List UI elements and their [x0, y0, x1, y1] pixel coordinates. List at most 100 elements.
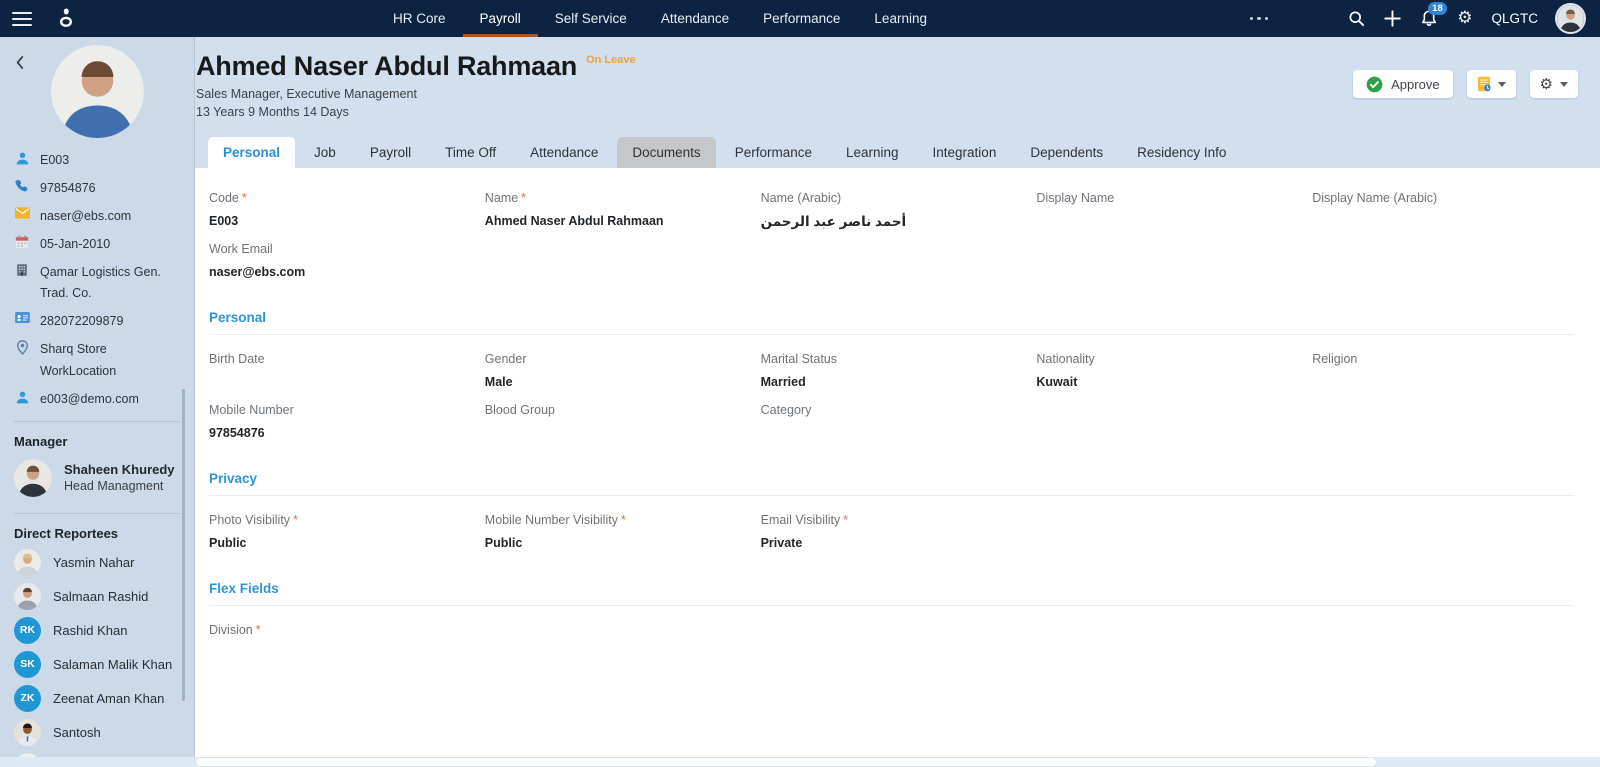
nav-item-self-service[interactable]: Self Service	[538, 0, 644, 37]
user-icon	[14, 151, 30, 166]
employee-header: Ahmed Naser Abdul Rahmaan On Leave Sales…	[195, 37, 1600, 168]
field-work-email: Work Email naser@ebs.com	[209, 242, 471, 281]
detail-company: Qamar Logistics Gen. Trad. Co.	[14, 262, 184, 306]
tab-time-off[interactable]: Time Off	[430, 137, 511, 168]
field-value	[1312, 375, 1574, 391]
reportee-item[interactable]: SK Salaman Malik Khan	[14, 650, 180, 678]
required-marker: *	[255, 623, 261, 637]
app-logo-icon[interactable]	[56, 0, 76, 37]
nav-right-cluster: 18 ⚙ QLGTC	[1348, 0, 1600, 37]
field-label: Blood Group	[484, 403, 555, 417]
employee-photo[interactable]	[50, 45, 144, 138]
detail-text: naser@ebs.com	[40, 208, 132, 223]
gear-icon: ⚙	[1539, 75, 1553, 93]
field-value: 97854876	[209, 426, 265, 440]
employee-details-list: E003 97854876 naser@ebs.com 05-Jan-2010 …	[0, 150, 194, 411]
horizontal-scrollbar[interactable]	[0, 757, 1600, 767]
add-icon[interactable]	[1384, 10, 1401, 27]
manager-item[interactable]: Shaheen Khuredy Head Managment	[0, 457, 194, 503]
reportee-item[interactable]: RK Rashid Khan	[14, 616, 180, 644]
field-value: Kuwait	[1036, 375, 1078, 389]
nav-item-learning[interactable]: Learning	[857, 0, 944, 37]
direct-reportees-list: Yasmin Nahar Salmaan Rashid RK Rashid Kh…	[0, 548, 194, 767]
field-value	[1312, 214, 1574, 230]
field-value	[1036, 214, 1298, 230]
reportee-name: Santosh	[53, 724, 101, 740]
tab-personal[interactable]: Personal	[208, 137, 296, 168]
employee-name: Ahmed Naser Abdul Rahmaan	[196, 51, 578, 81]
section-heading-privacy: Privacy	[209, 471, 258, 486]
main-nav: HR Core Payroll Self Service Attendance …	[376, 0, 944, 37]
field-value: naser@ebs.com	[209, 265, 306, 279]
field-value: أحمد ناصر عبد الرحمن	[760, 214, 907, 229]
personal-tab-content: Code * E003 Name * Ahmed Naser Abdul Rahma…	[195, 168, 1600, 767]
reportee-item[interactable]: Salmaan Rashid	[14, 582, 180, 610]
section-heading-personal: Personal	[209, 310, 267, 325]
field-label: Display Name	[1036, 191, 1115, 205]
letters-dropdown-button[interactable]	[1466, 70, 1516, 98]
building-icon	[14, 263, 30, 277]
reportee-initials-avatar: SK	[14, 650, 41, 678]
tab-job[interactable]: Job	[299, 137, 351, 168]
field-label: Nationality	[1036, 352, 1095, 366]
search-icon[interactable]	[1348, 10, 1365, 27]
field-label: Photo Visibility	[209, 513, 291, 527]
field-value	[209, 646, 471, 662]
settings-gear-icon[interactable]: ⚙	[1457, 10, 1472, 27]
reportee-item[interactable]: Yasmin Nahar	[14, 548, 180, 576]
field-value: E003	[209, 214, 239, 228]
personal-fields-grid: Birth Date Gender Male Marital Status Ma…	[209, 352, 1574, 454]
field-mobile-number: Mobile Number 97854876	[209, 403, 471, 442]
detail-employee-code: E003	[14, 150, 184, 172]
tab-attendance[interactable]: Attendance	[515, 137, 613, 168]
document-report-icon	[1477, 76, 1491, 92]
tab-performance[interactable]: Performance	[720, 137, 827, 168]
detail-work-email: naser@ebs.com	[14, 206, 184, 228]
nav-item-performance[interactable]: Performance	[746, 0, 857, 37]
field-name: Name * Ahmed Naser Abdul Rahmaan	[485, 191, 747, 230]
reportee-item[interactable]: Santosh	[14, 718, 180, 746]
settings-dropdown-button[interactable]: ⚙	[1529, 70, 1578, 98]
field-value	[761, 426, 1023, 442]
sidebar-scrollbar[interactable]	[182, 389, 185, 701]
tab-dependents[interactable]: Dependents	[1015, 137, 1118, 168]
tab-residency-info[interactable]: Residency Info	[1122, 137, 1241, 168]
detail-text: e003@demo.com	[40, 391, 139, 406]
org-code-label[interactable]: QLGTC	[1491, 11, 1538, 26]
reportee-name: Salaman Malik Khan	[53, 656, 173, 672]
tab-integration[interactable]: Integration	[918, 137, 1012, 168]
reportee-avatar	[14, 582, 41, 610]
reportee-item[interactable]: ZK Zeenat Aman Khan	[14, 684, 180, 712]
reportee-avatar	[14, 718, 41, 746]
divider	[209, 334, 1574, 335]
user-avatar[interactable]	[1557, 5, 1584, 32]
field-birth-date: Birth Date	[209, 352, 471, 391]
required-marker: *	[241, 191, 247, 205]
notifications-bell-icon[interactable]: 18	[1420, 2, 1448, 28]
field-label: Code	[209, 191, 239, 205]
field-value: Married	[760, 375, 806, 389]
reportee-initials-avatar: RK	[14, 616, 41, 644]
tab-payroll[interactable]: Payroll	[355, 137, 426, 168]
chevron-down-icon	[1497, 81, 1506, 87]
nav-item-attendance[interactable]: Attendance	[644, 0, 746, 37]
menu-icon[interactable]	[12, 0, 32, 37]
horizontal-scrollbar-thumb[interactable]	[196, 758, 1376, 766]
field-value: Private	[760, 536, 803, 550]
approve-button[interactable]: Approve	[1353, 70, 1453, 98]
notification-count-badge: 18	[1427, 2, 1448, 15]
reportee-name: Salmaan Rashid	[53, 588, 149, 604]
tab-documents[interactable]: Documents	[617, 137, 716, 168]
tab-learning[interactable]: Learning	[831, 137, 914, 168]
field-label: Email Visibility	[760, 513, 841, 527]
manager-info: Shaheen Khuredy Head Managment	[64, 462, 175, 493]
field-label: Mobile Number	[209, 403, 294, 417]
section-heading-flex-fields: Flex Fields	[209, 581, 279, 596]
nav-item-payroll[interactable]: Payroll	[462, 0, 538, 37]
user-icon	[14, 390, 30, 405]
field-code: Code * E003	[209, 191, 471, 230]
back-button[interactable]	[8, 51, 30, 73]
more-icon[interactable]	[1244, 0, 1275, 37]
nav-item-hr-core[interactable]: HR Core	[376, 0, 463, 37]
detail-login-email: e003@demo.com	[14, 389, 184, 411]
